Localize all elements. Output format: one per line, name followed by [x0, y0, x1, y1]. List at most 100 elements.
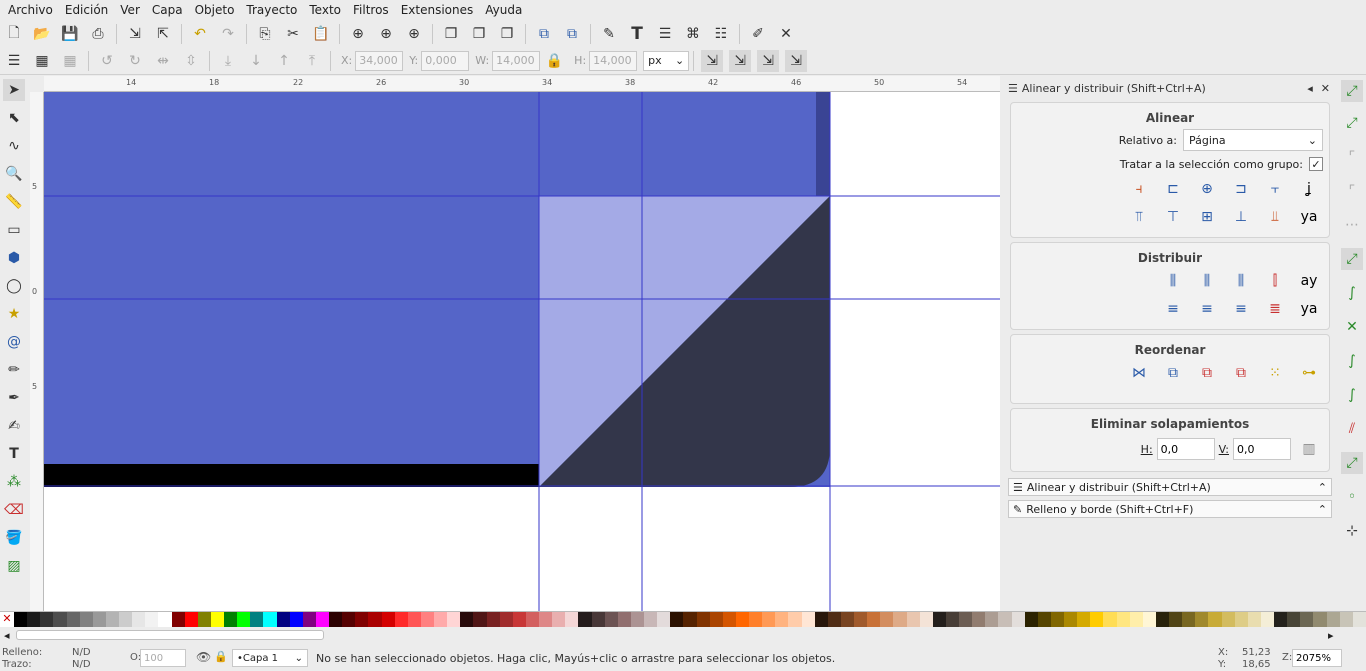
color-swatch[interactable]	[1011, 612, 1025, 627]
color-swatch[interactable]	[709, 612, 723, 627]
color-swatch[interactable]	[880, 612, 894, 627]
color-swatch[interactable]	[827, 612, 841, 627]
color-swatch[interactable]	[604, 612, 618, 627]
fill-value[interactable]: N/D	[72, 647, 91, 658]
preferences-icon[interactable]: ✐	[747, 23, 769, 45]
color-swatch[interactable]	[1352, 612, 1366, 627]
color-swatch[interactable]	[27, 612, 41, 627]
rotate-cw-icon[interactable]: ↻	[124, 50, 146, 72]
center-horizontal-axis-icon[interactable]: ⊞	[1193, 205, 1221, 229]
color-swatch[interactable]	[342, 612, 356, 627]
color-swatch[interactable]	[1208, 612, 1222, 627]
color-swatch[interactable]	[775, 612, 789, 627]
color-swatch[interactable]	[788, 612, 802, 627]
exchange-clockwise-icon[interactable]: ⧉	[1227, 361, 1255, 385]
color-swatch[interactable]	[158, 612, 172, 627]
remove-overlaps-icon[interactable]: ▥	[1295, 437, 1323, 461]
tweak-tool-icon[interactable]: ∿	[3, 135, 25, 157]
h-input[interactable]	[589, 50, 638, 71]
distribute-left-icon[interactable]: ⫼	[1159, 269, 1187, 293]
color-swatch[interactable]	[512, 612, 526, 627]
y-input[interactable]	[421, 50, 470, 71]
color-swatch[interactable]	[1050, 612, 1064, 627]
color-swatch[interactable]	[315, 612, 329, 627]
select-all-layers-icon[interactable]: ▦	[31, 50, 53, 72]
distribute-gaps-h-icon[interactable]: ⫿	[1261, 269, 1289, 293]
redo-icon[interactable]: ↷	[217, 23, 239, 45]
align-left-edges-icon[interactable]: ⊏	[1159, 177, 1187, 201]
calligraphy-tool-icon[interactable]: ✍	[3, 415, 25, 437]
menu-edicion[interactable]: Edición	[61, 3, 116, 17]
overlap-v-input[interactable]	[1233, 438, 1291, 460]
color-swatch[interactable]	[1182, 612, 1196, 627]
arrange-graph-icon[interactable]: ⋈	[1125, 361, 1153, 385]
opacity-input[interactable]	[140, 649, 186, 667]
color-swatch[interactable]	[1234, 612, 1248, 627]
eraser-tool-icon[interactable]: ⌫	[3, 499, 25, 521]
gradient-tool-icon[interactable]: ▨	[3, 555, 25, 577]
snap-bbox-corners-icon[interactable]: ⌜	[1341, 180, 1363, 202]
color-swatch[interactable]	[434, 612, 448, 627]
pen-tool-icon[interactable]: ✒	[3, 387, 25, 409]
align-top-anchor-icon[interactable]: ⫫	[1261, 205, 1289, 229]
stroke-value[interactable]: N/D	[72, 659, 91, 670]
color-swatch[interactable]	[945, 612, 959, 627]
color-swatch[interactable]	[696, 612, 710, 627]
color-swatch[interactable]	[644, 612, 658, 627]
menu-trayecto[interactable]: Trayecto	[242, 3, 305, 17]
color-swatch[interactable]	[1195, 612, 1209, 627]
color-swatch[interactable]	[998, 612, 1012, 627]
close-icon[interactable]: ✕	[1321, 82, 1330, 95]
selector-tool-icon[interactable]: ➤	[3, 79, 25, 101]
lower-bottom-icon[interactable]: ⤓	[217, 50, 239, 72]
align-left-edge-anchor-icon[interactable]: ⫟	[1261, 177, 1289, 201]
color-swatch[interactable]	[1155, 612, 1169, 627]
color-swatch[interactable]	[1339, 612, 1353, 627]
color-palette[interactable]: ✕	[0, 611, 1366, 627]
new-document-icon[interactable]: 🗋	[3, 23, 25, 45]
spray-tool-icon[interactable]: ⁂	[3, 471, 25, 493]
zoom-input[interactable]	[1292, 649, 1342, 667]
color-swatch[interactable]	[1064, 612, 1078, 627]
snap-enable-icon[interactable]: ⤢	[1341, 80, 1363, 102]
menu-archivo[interactable]: Archivo	[4, 3, 61, 17]
horizontal-scrollbar[interactable]: ◂ ▸	[0, 628, 1366, 644]
exchange-positions-icon[interactable]: ⧉	[1159, 361, 1187, 385]
transform-patterns-icon[interactable]: ⇲	[785, 49, 808, 72]
copy-icon[interactable]: ⎘	[254, 23, 276, 45]
color-swatch[interactable]	[276, 612, 290, 627]
color-swatch[interactable]	[722, 612, 736, 627]
color-swatch[interactable]	[394, 612, 408, 627]
unclump-icon[interactable]: ⊶	[1295, 361, 1323, 385]
snap-midpoints-icon[interactable]: ⫽	[1341, 418, 1363, 440]
color-swatch[interactable]	[801, 612, 815, 627]
color-swatch[interactable]	[197, 612, 211, 627]
color-swatch[interactable]	[735, 612, 749, 627]
color-swatch[interactable]	[854, 612, 868, 627]
raise-icon[interactable]: ↑	[273, 50, 295, 72]
color-swatch[interactable]	[867, 612, 881, 627]
color-swatch[interactable]	[762, 612, 776, 627]
rotate-ccw-icon[interactable]: ↺	[96, 50, 118, 72]
snap-smooth-nodes-icon[interactable]: ∫	[1341, 384, 1363, 406]
color-swatch[interactable]	[578, 612, 592, 627]
color-swatch[interactable]	[302, 612, 316, 627]
color-swatch[interactable]	[132, 612, 146, 627]
color-swatch[interactable]	[893, 612, 907, 627]
select-all-icon[interactable]: ☰	[3, 50, 25, 72]
color-swatch[interactable]	[1326, 612, 1340, 627]
color-swatch[interactable]	[1221, 612, 1235, 627]
export-icon[interactable]: ⇱	[152, 23, 174, 45]
paste-icon[interactable]: 📋	[310, 23, 332, 45]
color-swatch[interactable]	[932, 612, 946, 627]
document-properties-icon[interactable]: ✕	[775, 23, 797, 45]
ungroup-icon[interactable]: ⧉	[561, 23, 583, 45]
color-swatch[interactable]	[250, 612, 264, 627]
undo-icon[interactable]: ↶	[189, 23, 211, 45]
align-bottom-anchor-icon[interactable]: ⫪	[1125, 205, 1153, 229]
color-swatch[interactable]	[1142, 612, 1156, 627]
snap-bbox-midpoints-icon[interactable]: ⋯	[1341, 214, 1363, 236]
layer-lock-icon[interactable]: 🔒	[214, 650, 228, 663]
color-swatch[interactable]	[368, 612, 382, 627]
menu-ver[interactable]: Ver	[116, 3, 148, 17]
